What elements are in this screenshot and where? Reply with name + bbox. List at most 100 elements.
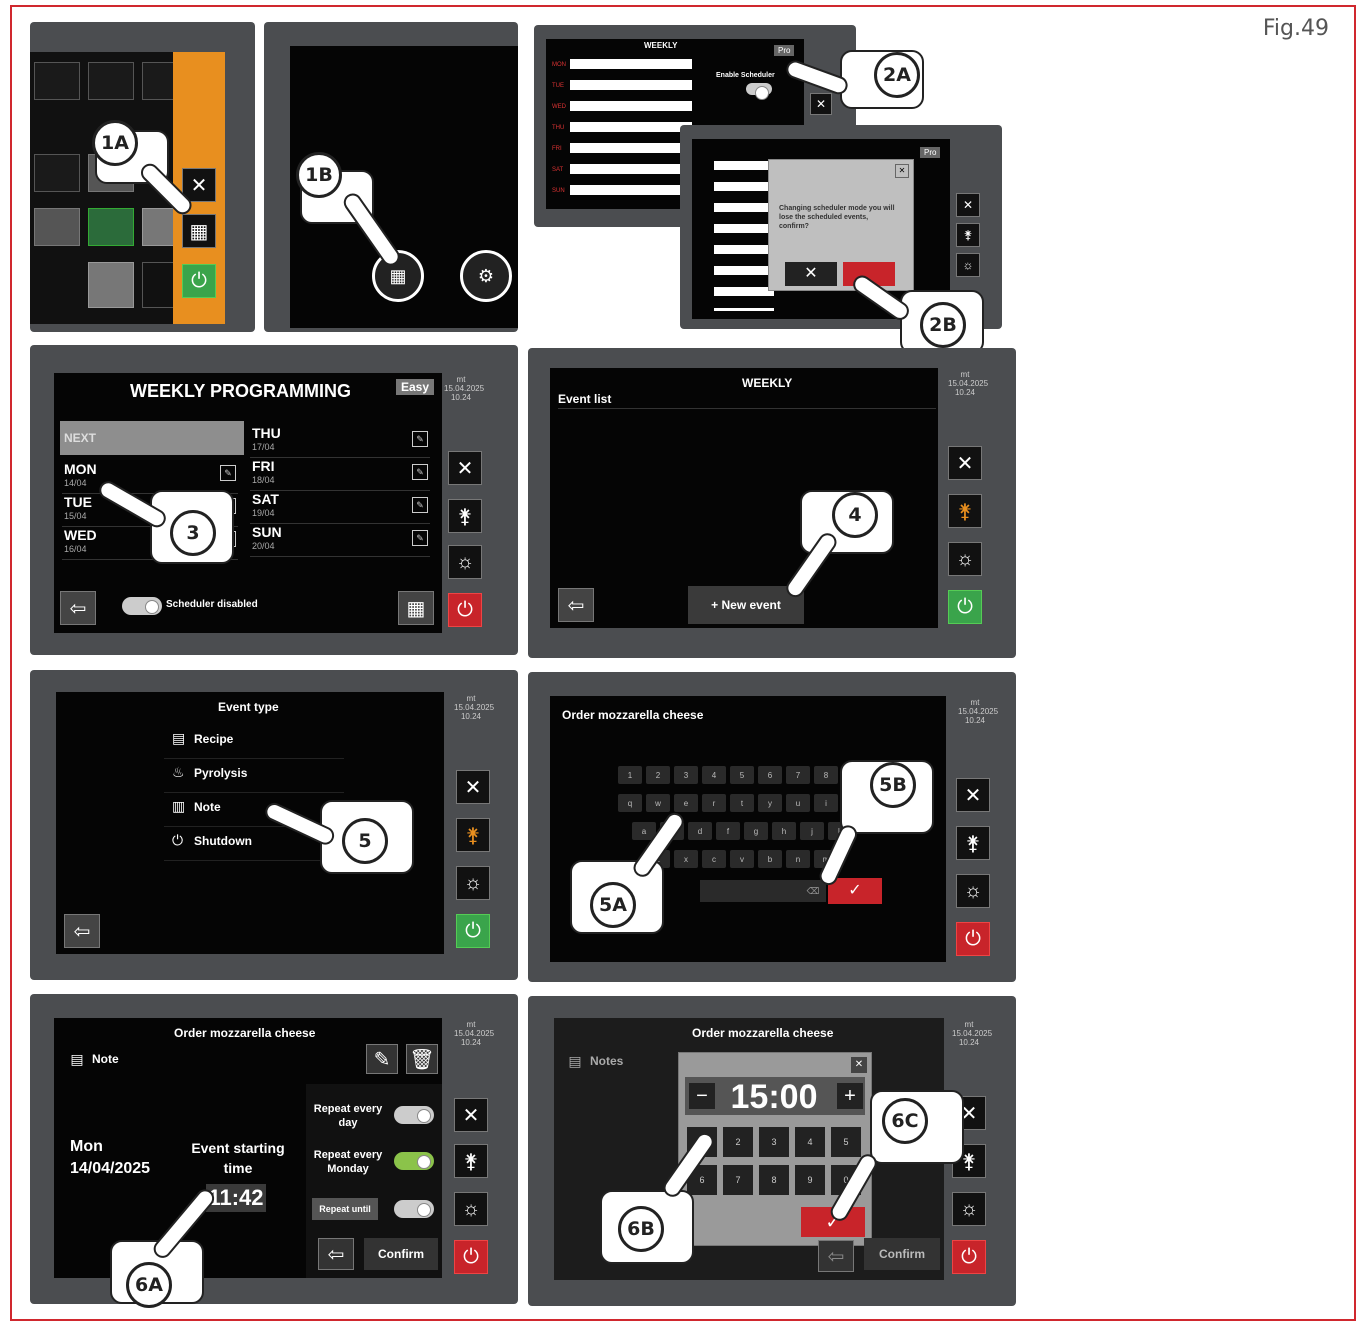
event-type-pyrolysis[interactable]: ♨ Pyrolysis: [164, 760, 344, 793]
power-button-6a[interactable]: ⏻: [454, 1240, 488, 1274]
next-button[interactable]: NEXT: [60, 421, 244, 455]
edit-button-6a[interactable]: ✎: [366, 1044, 398, 1074]
key-2[interactable]: 2: [646, 766, 670, 784]
numpad-key-4[interactable]: 4: [795, 1127, 825, 1157]
tools-button-5ab[interactable]: ✕: [956, 778, 990, 812]
key-f[interactable]: f: [716, 822, 740, 840]
key-q[interactable]: q: [618, 794, 642, 812]
dialog-cancel-button[interactable]: ✕: [785, 262, 837, 286]
key-w[interactable]: w: [646, 794, 670, 812]
key-b[interactable]: b: [758, 850, 782, 868]
power-button-5[interactable]: ⏻: [456, 914, 490, 948]
edit-icon[interactable]: ✎: [412, 464, 428, 480]
delete-button-6a[interactable]: 🗑: [406, 1044, 438, 1074]
mode-badge-2b[interactable]: Pro: [920, 147, 941, 158]
time-picker-close-icon[interactable]: ✕: [851, 1057, 867, 1073]
tools-button-6a[interactable]: ✕: [454, 1098, 488, 1132]
mode-badge-3[interactable]: Easy: [396, 379, 435, 395]
key-g[interactable]: g: [744, 822, 768, 840]
edit-icon[interactable]: ✎: [412, 431, 428, 447]
numpad-key-7[interactable]: 7: [723, 1165, 753, 1195]
repeat-day-toggle[interactable]: [394, 1106, 434, 1124]
key-e[interactable]: e: [674, 794, 698, 812]
tools-button-4[interactable]: ✕: [948, 446, 982, 480]
fan-button-5[interactable]: ⚵: [456, 818, 490, 852]
fan-button-6a[interactable]: ⚵: [454, 1144, 488, 1178]
tools-button-2b[interactable]: ✕: [956, 193, 980, 217]
key-y[interactable]: y: [758, 794, 782, 812]
day-row-thu[interactable]: THU 17/04 ✎: [250, 425, 430, 458]
power-button[interactable]: ⏻: [182, 264, 216, 298]
light-button-4[interactable]: ☼: [948, 542, 982, 576]
edit-icon[interactable]: ✎: [412, 530, 428, 546]
power-button-4[interactable]: ⏻: [948, 590, 982, 624]
key-i[interactable]: i: [814, 794, 838, 812]
confirm-button-6a[interactable]: Confirm: [364, 1238, 438, 1270]
key-j[interactable]: j: [800, 822, 824, 840]
settings-round-button[interactable]: ⚙: [460, 250, 512, 302]
key-7[interactable]: 7: [786, 766, 810, 784]
key-c[interactable]: c: [702, 850, 726, 868]
key-v[interactable]: v: [730, 850, 754, 868]
light-button-5ab[interactable]: ☼: [956, 874, 990, 908]
repeat-weekday-toggle[interactable]: [394, 1152, 434, 1170]
fan-button-2b[interactable]: ⚵: [956, 223, 980, 247]
enable-scheduler-toggle[interactable]: [746, 83, 772, 100]
power-button-5ab[interactable]: ⏻: [956, 922, 990, 956]
fan-button-5ab[interactable]: ⚵: [956, 826, 990, 860]
keyboard-space-key[interactable]: [700, 880, 800, 902]
tools-button-2a[interactable]: ✕: [810, 93, 832, 115]
repeat-until-toggle[interactable]: [394, 1200, 434, 1218]
back-button-5[interactable]: ⇦: [64, 914, 100, 948]
edit-icon[interactable]: ✎: [220, 465, 236, 481]
light-button-5[interactable]: ☼: [456, 866, 490, 900]
key-d[interactable]: d: [688, 822, 712, 840]
power-button-3[interactable]: ⏻: [448, 593, 482, 627]
increment-button[interactable]: +: [837, 1083, 863, 1109]
back-button-6bc[interactable]: ⇦: [818, 1240, 854, 1272]
light-button-2b[interactable]: ☼: [956, 253, 980, 277]
key-t[interactable]: t: [730, 794, 754, 812]
numpad-key-2[interactable]: 2: [723, 1127, 753, 1157]
numpad-key-5[interactable]: 5: [831, 1127, 861, 1157]
light-button-6a[interactable]: ☼: [454, 1192, 488, 1226]
light-button-6bc[interactable]: ☼: [952, 1192, 986, 1226]
numpad-key-3[interactable]: 3: [759, 1127, 789, 1157]
back-button-6a[interactable]: ⇦: [318, 1238, 354, 1270]
day-row-sun[interactable]: SUN 20/04 ✎: [250, 524, 430, 557]
key-3[interactable]: 3: [674, 766, 698, 784]
power-button-6bc[interactable]: ⏻: [952, 1240, 986, 1274]
numpad-key-8[interactable]: 8: [759, 1165, 789, 1195]
dialog-close-icon[interactable]: ✕: [895, 164, 909, 178]
key-5[interactable]: 5: [730, 766, 754, 784]
repeat-until-button[interactable]: Repeat until: [312, 1198, 378, 1220]
scheduler-toggle-3[interactable]: [122, 597, 162, 615]
key-8[interactable]: 8: [814, 766, 838, 784]
light-button-3[interactable]: ☼: [448, 545, 482, 579]
scheduler-button[interactable]: ▦: [182, 214, 216, 248]
numpad-key-9[interactable]: 9: [795, 1165, 825, 1195]
key-6[interactable]: 6: [758, 766, 782, 784]
day-row-sat[interactable]: SAT 19/04 ✎: [250, 491, 430, 524]
fan-button-3[interactable]: ⚵: [448, 499, 482, 533]
event-type-recipe[interactable]: ▤ Recipe: [164, 726, 344, 759]
key-4[interactable]: 4: [702, 766, 726, 784]
decrement-button[interactable]: −: [689, 1083, 715, 1109]
back-button-4[interactable]: ⇦: [558, 588, 594, 622]
keyboard-confirm-key[interactable]: ✓: [828, 878, 882, 904]
key-h[interactable]: h: [772, 822, 796, 840]
keyboard-backspace-key[interactable]: ⌫: [800, 880, 826, 902]
confirm-button-6bc[interactable]: Confirm: [864, 1238, 940, 1270]
day-row-fri[interactable]: FRI 18/04 ✎: [250, 458, 430, 491]
key-r[interactable]: r: [702, 794, 726, 812]
edit-icon[interactable]: ✎: [412, 497, 428, 513]
fan-button-4[interactable]: ⚵: [948, 494, 982, 528]
tools-button-3[interactable]: ✕: [448, 451, 482, 485]
tools-button-5[interactable]: ✕: [456, 770, 490, 804]
key-1[interactable]: 1: [618, 766, 642, 784]
mode-badge-2a[interactable]: Pro: [774, 45, 795, 56]
key-u[interactable]: u: [786, 794, 810, 812]
back-button-3[interactable]: ⇦: [60, 591, 96, 625]
scheduler-button-3[interactable]: ▦: [398, 591, 434, 625]
start-time-value[interactable]: 11:42: [206, 1184, 266, 1212]
